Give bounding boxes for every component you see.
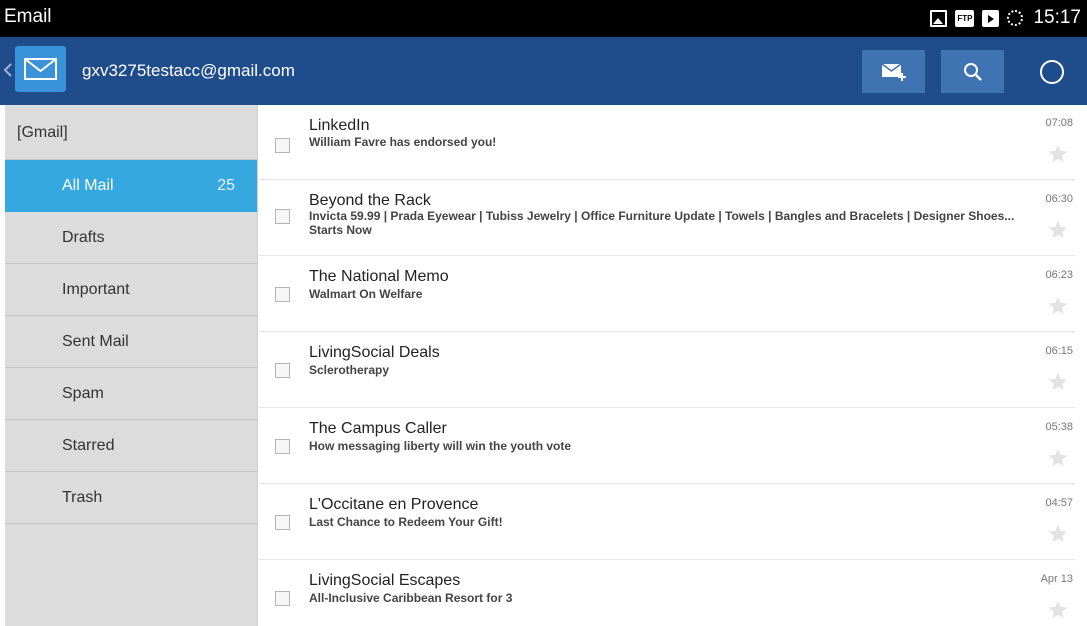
message-subject: Last Chance to Redeem Your Gift! bbox=[309, 515, 503, 529]
message-sender: L'Occitane en Provence bbox=[309, 496, 479, 513]
folder-label: All Mail bbox=[62, 177, 114, 194]
message-row[interactable]: LinkedIn William Favre has endorsed you!… bbox=[259, 105, 1075, 180]
message-sender: LivingSocial Escapes bbox=[309, 572, 461, 589]
folder-trash[interactable]: Trash bbox=[5, 472, 257, 524]
search-button[interactable] bbox=[941, 50, 1004, 93]
unread-count: 25 bbox=[217, 177, 235, 194]
message-sender: The National Memo bbox=[309, 268, 449, 285]
image-icon bbox=[930, 9, 948, 27]
folder-sidebar: [Gmail] All Mail 25 Drafts Important Sen… bbox=[5, 105, 258, 626]
ftp-icon: FTP bbox=[955, 9, 975, 27]
message-sender: The Campus Caller bbox=[309, 420, 447, 437]
folder-label: Spam bbox=[62, 385, 104, 402]
folder-label: Important bbox=[62, 281, 130, 298]
message-time: 06:23 bbox=[1045, 269, 1073, 281]
compose-button[interactable] bbox=[862, 50, 925, 93]
folder-group-header: [Gmail] bbox=[5, 105, 257, 160]
back-chevron-icon[interactable] bbox=[4, 63, 12, 77]
message-time: 06:15 bbox=[1045, 345, 1073, 357]
folder-important[interactable]: Important bbox=[5, 264, 257, 316]
star-icon[interactable] bbox=[1047, 219, 1069, 241]
star-icon[interactable] bbox=[1047, 523, 1069, 545]
store-icon bbox=[982, 9, 1000, 27]
message-row[interactable]: Beyond the Rack Invicta 59.99 | Prada Ey… bbox=[259, 181, 1075, 256]
sync-icon bbox=[1007, 10, 1024, 26]
clock: 15:17 bbox=[1033, 7, 1081, 28]
folder-all-mail[interactable]: All Mail 25 bbox=[5, 160, 257, 212]
star-icon[interactable] bbox=[1047, 599, 1069, 621]
message-subject: All-Inclusive Caribbean Resort for 3 bbox=[309, 591, 513, 605]
message-list: LinkedIn William Favre has endorsed you!… bbox=[259, 105, 1079, 626]
message-checkbox[interactable] bbox=[275, 138, 290, 153]
message-sender: Beyond the Rack bbox=[309, 192, 431, 209]
folder-label: Drafts bbox=[62, 229, 105, 246]
message-row[interactable]: LivingSocial Escapes All-Inclusive Carib… bbox=[259, 561, 1075, 626]
message-row[interactable]: The Campus Caller How messaging liberty … bbox=[259, 409, 1075, 484]
message-row[interactable]: The National Memo Walmart On Welfare 06:… bbox=[259, 257, 1075, 332]
message-subject: Invicta 59.99 | Prada Eyewear | Tubiss J… bbox=[309, 209, 1015, 237]
star-icon[interactable] bbox=[1047, 371, 1069, 393]
message-time: 04:57 bbox=[1045, 497, 1073, 509]
message-row[interactable]: LivingSocial Deals Sclerotherapy 06:15 bbox=[259, 333, 1075, 408]
message-subject: Sclerotherapy bbox=[309, 363, 390, 377]
message-time: 07:08 bbox=[1045, 117, 1073, 129]
folder-label: Starred bbox=[62, 437, 115, 454]
status-icons: FTP 15:17 bbox=[930, 6, 1081, 30]
email-app-icon[interactable] bbox=[15, 46, 66, 92]
folder-sent-mail[interactable]: Sent Mail bbox=[5, 316, 257, 368]
message-checkbox[interactable] bbox=[275, 439, 290, 454]
refresh-icon[interactable] bbox=[1040, 60, 1064, 84]
message-row[interactable]: L'Occitane en Provence Last Chance to Re… bbox=[259, 485, 1075, 560]
message-subject: How messaging liberty will win the youth… bbox=[309, 439, 572, 453]
status-bar-title: Email bbox=[4, 6, 52, 27]
folder-drafts[interactable]: Drafts bbox=[5, 212, 257, 264]
star-icon[interactable] bbox=[1047, 295, 1069, 317]
message-sender: LinkedIn bbox=[309, 117, 370, 134]
folder-spam[interactable]: Spam bbox=[5, 368, 257, 420]
message-subject: William Favre has endorsed you! bbox=[309, 135, 497, 149]
message-checkbox[interactable] bbox=[275, 209, 290, 224]
search-icon bbox=[963, 62, 982, 81]
folder-label: Sent Mail bbox=[62, 333, 129, 350]
message-checkbox[interactable] bbox=[275, 591, 290, 606]
message-checkbox[interactable] bbox=[275, 363, 290, 378]
star-icon[interactable] bbox=[1047, 447, 1069, 469]
action-bar: gxv3275testacc@gmail.com bbox=[0, 37, 1087, 105]
account-email[interactable]: gxv3275testacc@gmail.com bbox=[82, 61, 295, 81]
star-icon[interactable] bbox=[1047, 143, 1069, 165]
folder-starred[interactable]: Starred bbox=[5, 420, 257, 472]
folder-label: Trash bbox=[62, 489, 103, 506]
compose-icon bbox=[881, 62, 906, 81]
status-bar: Email FTP 15:17 bbox=[0, 0, 1087, 37]
message-time: 06:30 bbox=[1045, 193, 1073, 205]
message-time: Apr 13 bbox=[1040, 573, 1073, 585]
message-checkbox[interactable] bbox=[275, 287, 290, 302]
message-checkbox[interactable] bbox=[275, 515, 290, 530]
message-sender: LivingSocial Deals bbox=[309, 344, 440, 361]
message-time: 05:38 bbox=[1045, 421, 1073, 433]
message-subject: Walmart On Welfare bbox=[309, 287, 423, 301]
